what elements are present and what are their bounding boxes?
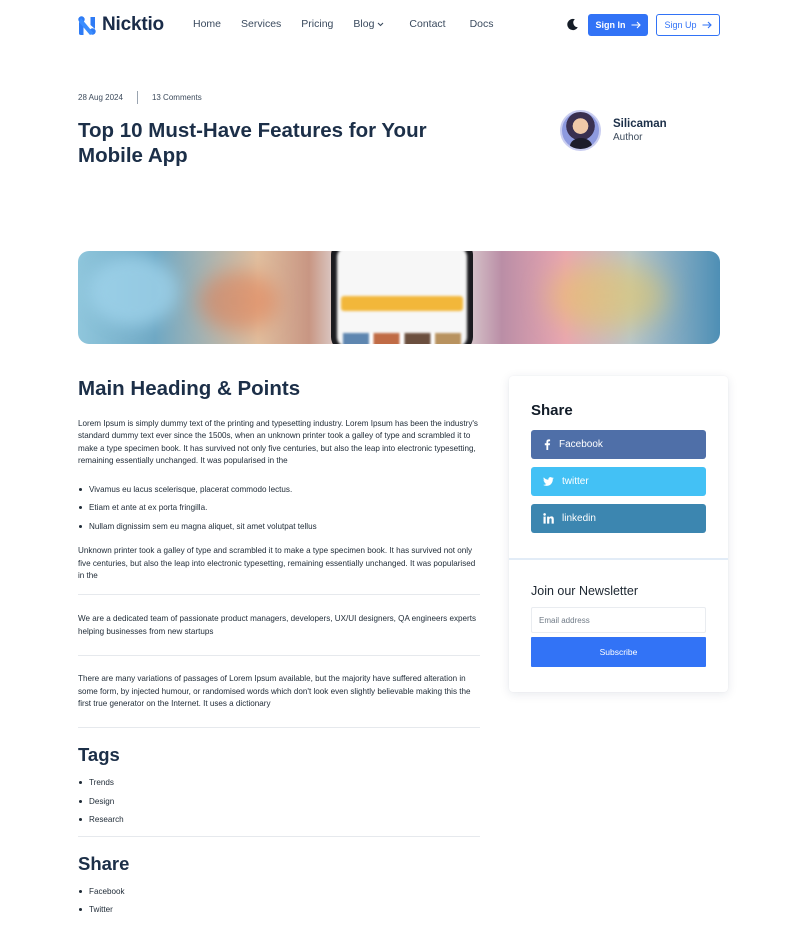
nav-item-blog[interactable]: Blog (353, 18, 384, 30)
sidebar-divider (509, 558, 728, 560)
meta-divider (136, 91, 138, 104)
paragraph: Unknown printer took a galley of type an… (78, 546, 476, 580)
email-placeholder: Email address (539, 615, 590, 625)
facebook-icon (544, 439, 551, 450)
divider (78, 727, 480, 729)
nav-item-pricing[interactable]: Pricing (301, 18, 333, 30)
linkedin-icon (543, 513, 554, 524)
nav-item-docs[interactable]: Docs (470, 18, 494, 30)
divider (78, 594, 480, 596)
arrow-right-icon (631, 21, 641, 29)
sign-up-label: Sign Up (664, 20, 697, 30)
nav-item-services[interactable]: Services (241, 18, 281, 30)
twitter-share-button[interactable]: twitter (531, 467, 706, 496)
share-link-facebook[interactable]: Facebook (78, 886, 480, 905)
paragraph: There are many variations of passages of… (78, 674, 471, 708)
logo[interactable]: Nicktio (78, 14, 164, 36)
article-body: Main Heading & Points Lorem Ipsum is sim… (78, 376, 480, 923)
sign-up-button[interactable]: Sign Up (656, 14, 720, 36)
arrow-right-icon (702, 21, 712, 29)
subscribe-button[interactable]: Subscribe (531, 637, 706, 667)
nav-item-home[interactable]: Home (193, 18, 221, 30)
list-item: Nullam dignissim sem eu magna aliquet, s… (78, 521, 480, 540)
list-item: Etiam et ante at ex porta fringilla. (78, 502, 480, 521)
newsletter-title: Join our Newsletter (531, 584, 638, 598)
nav-item-contact[interactable]: Contact (409, 18, 445, 30)
post-date: 28 Aug 2024 (78, 93, 123, 102)
divider (78, 655, 480, 657)
facebook-share-button[interactable]: Facebook (531, 430, 706, 459)
divider (78, 835, 480, 837)
email-field[interactable]: Email address (531, 607, 706, 633)
post-meta: 28 Aug 2024 13 Comments (78, 91, 202, 104)
points-list: Vivamus eu lacus scelerisque, placerat c… (78, 484, 480, 540)
tag-item[interactable]: Trends (78, 777, 480, 796)
author-name: Silicaman (613, 118, 667, 130)
linkedin-share-label: linkedin (562, 513, 596, 524)
share-list: Facebook Twitter (78, 886, 480, 923)
paragraph: We are a dedicated team of passionate pr… (78, 614, 477, 636)
comment-count[interactable]: 13 Comments (152, 93, 202, 102)
author-card[interactable]: Silicaman Author (560, 110, 667, 151)
facebook-share-label: Facebook (559, 439, 603, 450)
avatar (560, 110, 601, 151)
tag-item[interactable]: Research (78, 814, 480, 833)
list-item: Vivamus eu lacus scelerisque, placerat c… (78, 484, 480, 503)
logo-mark-icon (78, 15, 96, 35)
tag-item[interactable]: Design (78, 796, 480, 815)
moon-icon[interactable] (566, 18, 579, 31)
linkedin-share-button[interactable]: linkedin (531, 504, 706, 533)
main-menu: Home Services Pricing Blog Contact Docs (193, 18, 494, 30)
author-info: Silicaman Author (613, 118, 667, 143)
intro-paragraph: Lorem Ipsum is simply dummy text of the … (78, 419, 478, 466)
post-title: Top 10 Must-Have Features for Your Mobil… (78, 119, 427, 167)
sign-in-label: Sign In (595, 20, 626, 30)
top-navbar: Nicktio Home Services Pricing Blog Conta… (0, 0, 798, 50)
tags-heading: Tags (78, 744, 120, 766)
twitter-share-label: twitter (562, 476, 589, 487)
share-link-twitter[interactable]: Twitter (78, 904, 480, 923)
hero-image (78, 251, 720, 344)
chevron-down-icon (378, 22, 384, 26)
tags-list: Trends Design Research (78, 777, 480, 833)
sidebar-share-title: Share (531, 402, 573, 419)
article-heading: Main Heading & Points (78, 377, 301, 400)
share-heading: Share (78, 852, 130, 874)
sidebar-card: Share Facebook twitter linkedin Join our… (509, 376, 728, 692)
nav-item-blog-label: Blog (353, 18, 375, 30)
brand-name: Nicktio (102, 14, 164, 35)
author-role: Author (613, 132, 643, 143)
twitter-icon (543, 477, 554, 486)
sign-in-button[interactable]: Sign In (588, 14, 648, 36)
